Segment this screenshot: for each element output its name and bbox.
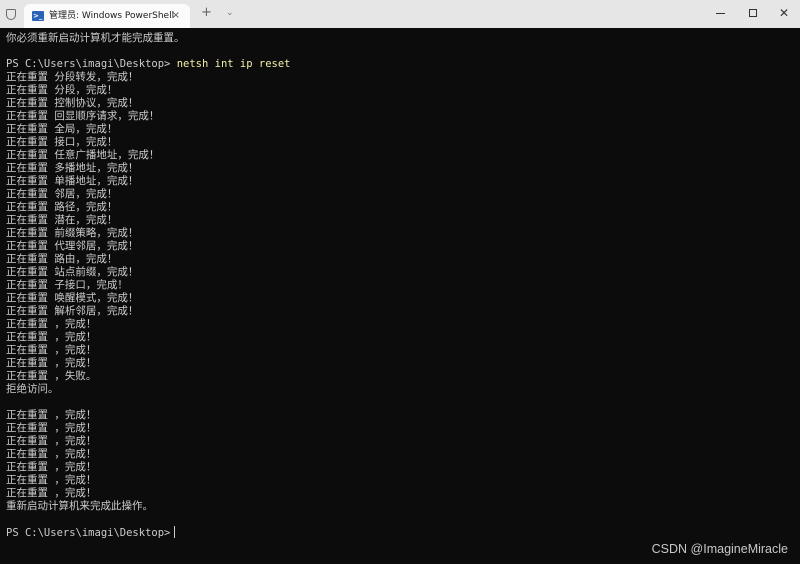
output-line: 正在重置 邻居，完成！ (6, 188, 118, 200)
tab-close-icon[interactable]: × (172, 9, 180, 23)
output-line: 正在重置 路由，完成！ (6, 253, 118, 265)
output-line: 正在重置 多播地址，完成！ (6, 162, 139, 174)
output-line: 正在重置 子接口，完成！ (6, 279, 128, 291)
output-line: 正在重置 前缀策略，完成！ (6, 227, 139, 239)
active-prompt: PS C:\Users\imagi\Desktop> (6, 526, 800, 539)
minimize-button[interactable] (702, 2, 738, 24)
shield-icon (6, 9, 16, 20)
command-line: PS C:\Users\imagi\Desktop> netsh int ip … (6, 58, 800, 71)
new-tab-button[interactable]: + (201, 6, 212, 20)
output-line: 正在重置 代理邻居，完成！ (6, 240, 139, 252)
output-line: 正在重置 分段，完成！ (6, 84, 118, 96)
prompt: PS C:\Users\imagi\Desktop> (6, 527, 171, 539)
text-cursor[interactable] (174, 526, 176, 538)
output-line: 正在重置 解析邻居，完成！ (6, 305, 139, 317)
output-line: 正在重置 ，完成！ (6, 318, 97, 330)
powershell-icon: >_ (32, 11, 44, 21)
output-line: 正在重置 ，完成！ (6, 357, 97, 369)
output-line: 正在重置 ，完成！ (6, 461, 97, 473)
output-line: 正在重置 站点前缀，完成！ (6, 266, 139, 278)
close-button[interactable]: ✕ (766, 2, 800, 24)
output-line: 正在重置 ，完成！ (6, 422, 97, 434)
output-line: 正在重置 ，失败。 (6, 370, 97, 382)
output-line: 正在重置 ，完成！ (6, 331, 97, 343)
output-line: 正在重置 接口，完成！ (6, 136, 118, 148)
minimize-icon (715, 12, 725, 14)
output-line: 正在重置 ，完成！ (6, 474, 97, 486)
output-line: 拒绝访问。 (6, 383, 59, 395)
output-line: 正在重置 ，完成！ (6, 409, 97, 421)
output-line: 正在重置 潜在，完成！ (6, 214, 118, 226)
output-line: 正在重置 唤醒模式，完成！ (6, 292, 139, 304)
tab-dropdown-chevron-icon[interactable]: ⌄ (226, 6, 234, 20)
output-line: 正在重置 ，完成！ (6, 487, 97, 499)
output-line: 正在重置 路径，完成！ (6, 201, 118, 213)
maximize-icon (749, 9, 757, 17)
output-line: 正在重置 ，完成！ (6, 448, 97, 460)
prompt: PS C:\Users\imagi\Desktop> (6, 58, 177, 70)
output-line: 正在重置 ，完成！ (6, 435, 97, 447)
output-line: 正在重置 控制协议，完成！ (6, 97, 139, 109)
output-line: 正在重置 回显顺序请求，完成！ (6, 110, 160, 122)
output-line: 重新启动计算机来完成此操作。 (6, 500, 153, 512)
output-line: 正在重置 分段转发，完成！ (6, 71, 139, 83)
tab-powershell[interactable]: >_ 管理员: Windows PowerShell × (24, 4, 190, 28)
output-line: 正在重置 任意广播地址，完成！ (6, 149, 160, 161)
terminal-output[interactable]: 你必须重新启动计算机才能完成重置。 PS C:\Users\imagi\Deskt… (6, 32, 800, 564)
output-line: 正在重置 全局，完成！ (6, 123, 118, 135)
tab-title: 管理员: Windows PowerShell (49, 11, 175, 21)
watermark: CSDN @ImagineMiracle (651, 542, 788, 556)
output-line: 正在重置 ，完成！ (6, 344, 97, 356)
title-bar: >_ 管理员: Windows PowerShell × + ⌄ ✕ (0, 0, 800, 28)
output-line: 你必须重新启动计算机才能完成重置。 (6, 32, 185, 44)
command: netsh int ip reset (176, 58, 291, 70)
output-line: 正在重置 单播地址，完成！ (6, 175, 139, 187)
